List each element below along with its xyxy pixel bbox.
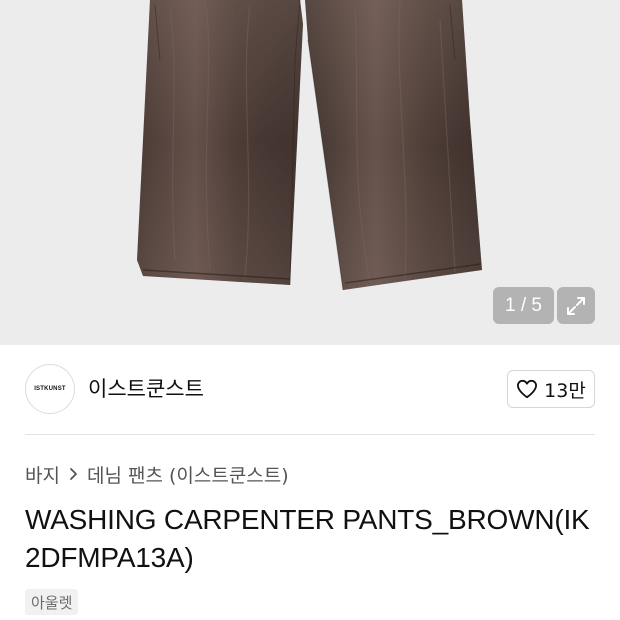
breadcrumb-item-denim-pants[interactable]: 데님 팬츠 (이스트쿤스트): [87, 461, 289, 488]
image-counter: 1 / 5: [493, 287, 554, 324]
expand-icon: [567, 296, 585, 315]
chevron-right-icon: [69, 467, 78, 481]
brand-row: ISTKUNST 이스트쿤스트 13만: [0, 345, 620, 435]
outlet-tag: 아울렛: [25, 589, 79, 615]
breadcrumb: 바지 데님 팬츠 (이스트쿤스트): [25, 460, 289, 488]
brand-logo-text: ISTKUNST: [34, 386, 66, 392]
like-button[interactable]: 13만: [507, 370, 595, 408]
brand-logo[interactable]: ISTKUNST: [25, 364, 75, 414]
brand-name[interactable]: 이스트쿤스트: [88, 373, 204, 403]
like-count: 13만: [544, 379, 586, 402]
divider: [25, 434, 595, 435]
product-title: WASHING CARPENTER PANTS_BROWN(IK2DFMPA13…: [25, 504, 590, 573]
expand-button[interactable]: [557, 287, 595, 324]
heart-icon: [517, 379, 538, 399]
product-image-gallery[interactable]: 1 / 5: [0, 0, 620, 345]
breadcrumb-item-pants[interactable]: 바지: [25, 461, 60, 488]
